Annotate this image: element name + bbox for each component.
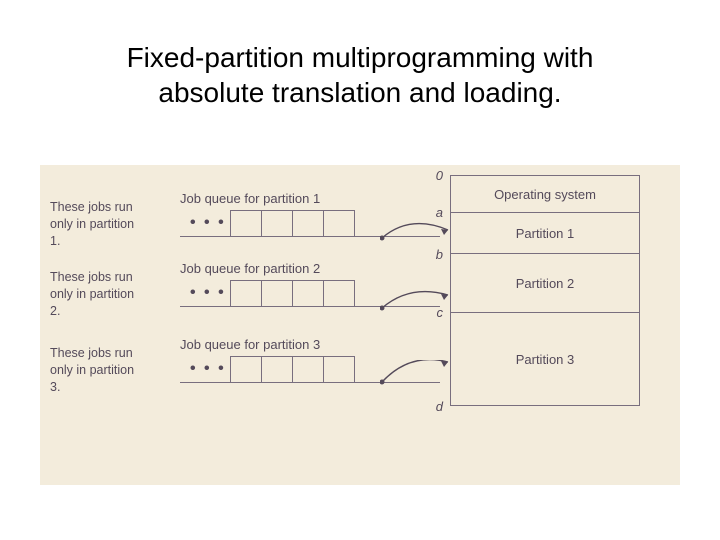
queue-1-label: Job queue for partition 1 [180, 191, 410, 206]
queue-1-cells [230, 210, 355, 236]
memory-p1: Partition 1 [450, 213, 640, 254]
memory-p2: Partition 2 [450, 254, 640, 313]
addr-c: c [437, 305, 444, 320]
diagram: Operating system Partition 1 Partition 2… [40, 165, 680, 485]
note-p1: These jobs run only in partition 1. [50, 199, 145, 250]
queue-3-label: Job queue for partition 3 [180, 337, 410, 352]
queue-cell [323, 210, 355, 237]
ellipsis-icon: • • • [190, 284, 226, 302]
queue-1-row: • • • [180, 210, 410, 238]
queue-3-row: • • • [180, 356, 410, 384]
memory-p3: Partition 3 [450, 313, 640, 406]
title-line-1: Fixed-partition multiprogramming with [127, 42, 594, 73]
queue-cell [230, 280, 261, 307]
queue-cell [230, 210, 261, 237]
note-p2: These jobs run only in partition 2. [50, 269, 145, 320]
queue-cell [292, 356, 323, 383]
queue-2: Job queue for partition 2 • • • [180, 261, 410, 308]
queue-baseline [180, 236, 440, 237]
page-title: Fixed-partition multiprogramming with ab… [0, 40, 720, 110]
queue-cell [230, 356, 261, 383]
memory-os: Operating system [450, 175, 640, 213]
queue-baseline [180, 382, 440, 383]
memory-column: Operating system Partition 1 Partition 2… [450, 175, 640, 406]
queue-baseline [180, 306, 440, 307]
queue-2-row: • • • [180, 280, 410, 308]
queue-1: Job queue for partition 1 • • • [180, 191, 410, 238]
note-p3: These jobs run only in partition 3. [50, 345, 145, 396]
queue-2-label: Job queue for partition 2 [180, 261, 410, 276]
addr-a: a [436, 205, 443, 220]
addr-d: d [436, 399, 443, 414]
queue-cell [323, 280, 355, 307]
queue-cell [292, 210, 323, 237]
ellipsis-icon: • • • [190, 214, 226, 232]
queue-cell [292, 280, 323, 307]
queue-cell [261, 280, 292, 307]
slide: Fixed-partition multiprogramming with ab… [0, 0, 720, 540]
queue-3-cells [230, 356, 355, 382]
queue-cell [323, 356, 355, 383]
ellipsis-icon: • • • [190, 360, 226, 378]
queue-cell [261, 356, 292, 383]
title-line-2: absolute translation and loading. [158, 77, 561, 108]
addr-b: b [436, 247, 443, 262]
queue-2-cells [230, 280, 355, 306]
queue-cell [261, 210, 292, 237]
addr-0: 0 [436, 168, 443, 183]
queue-3: Job queue for partition 3 • • • [180, 337, 410, 384]
